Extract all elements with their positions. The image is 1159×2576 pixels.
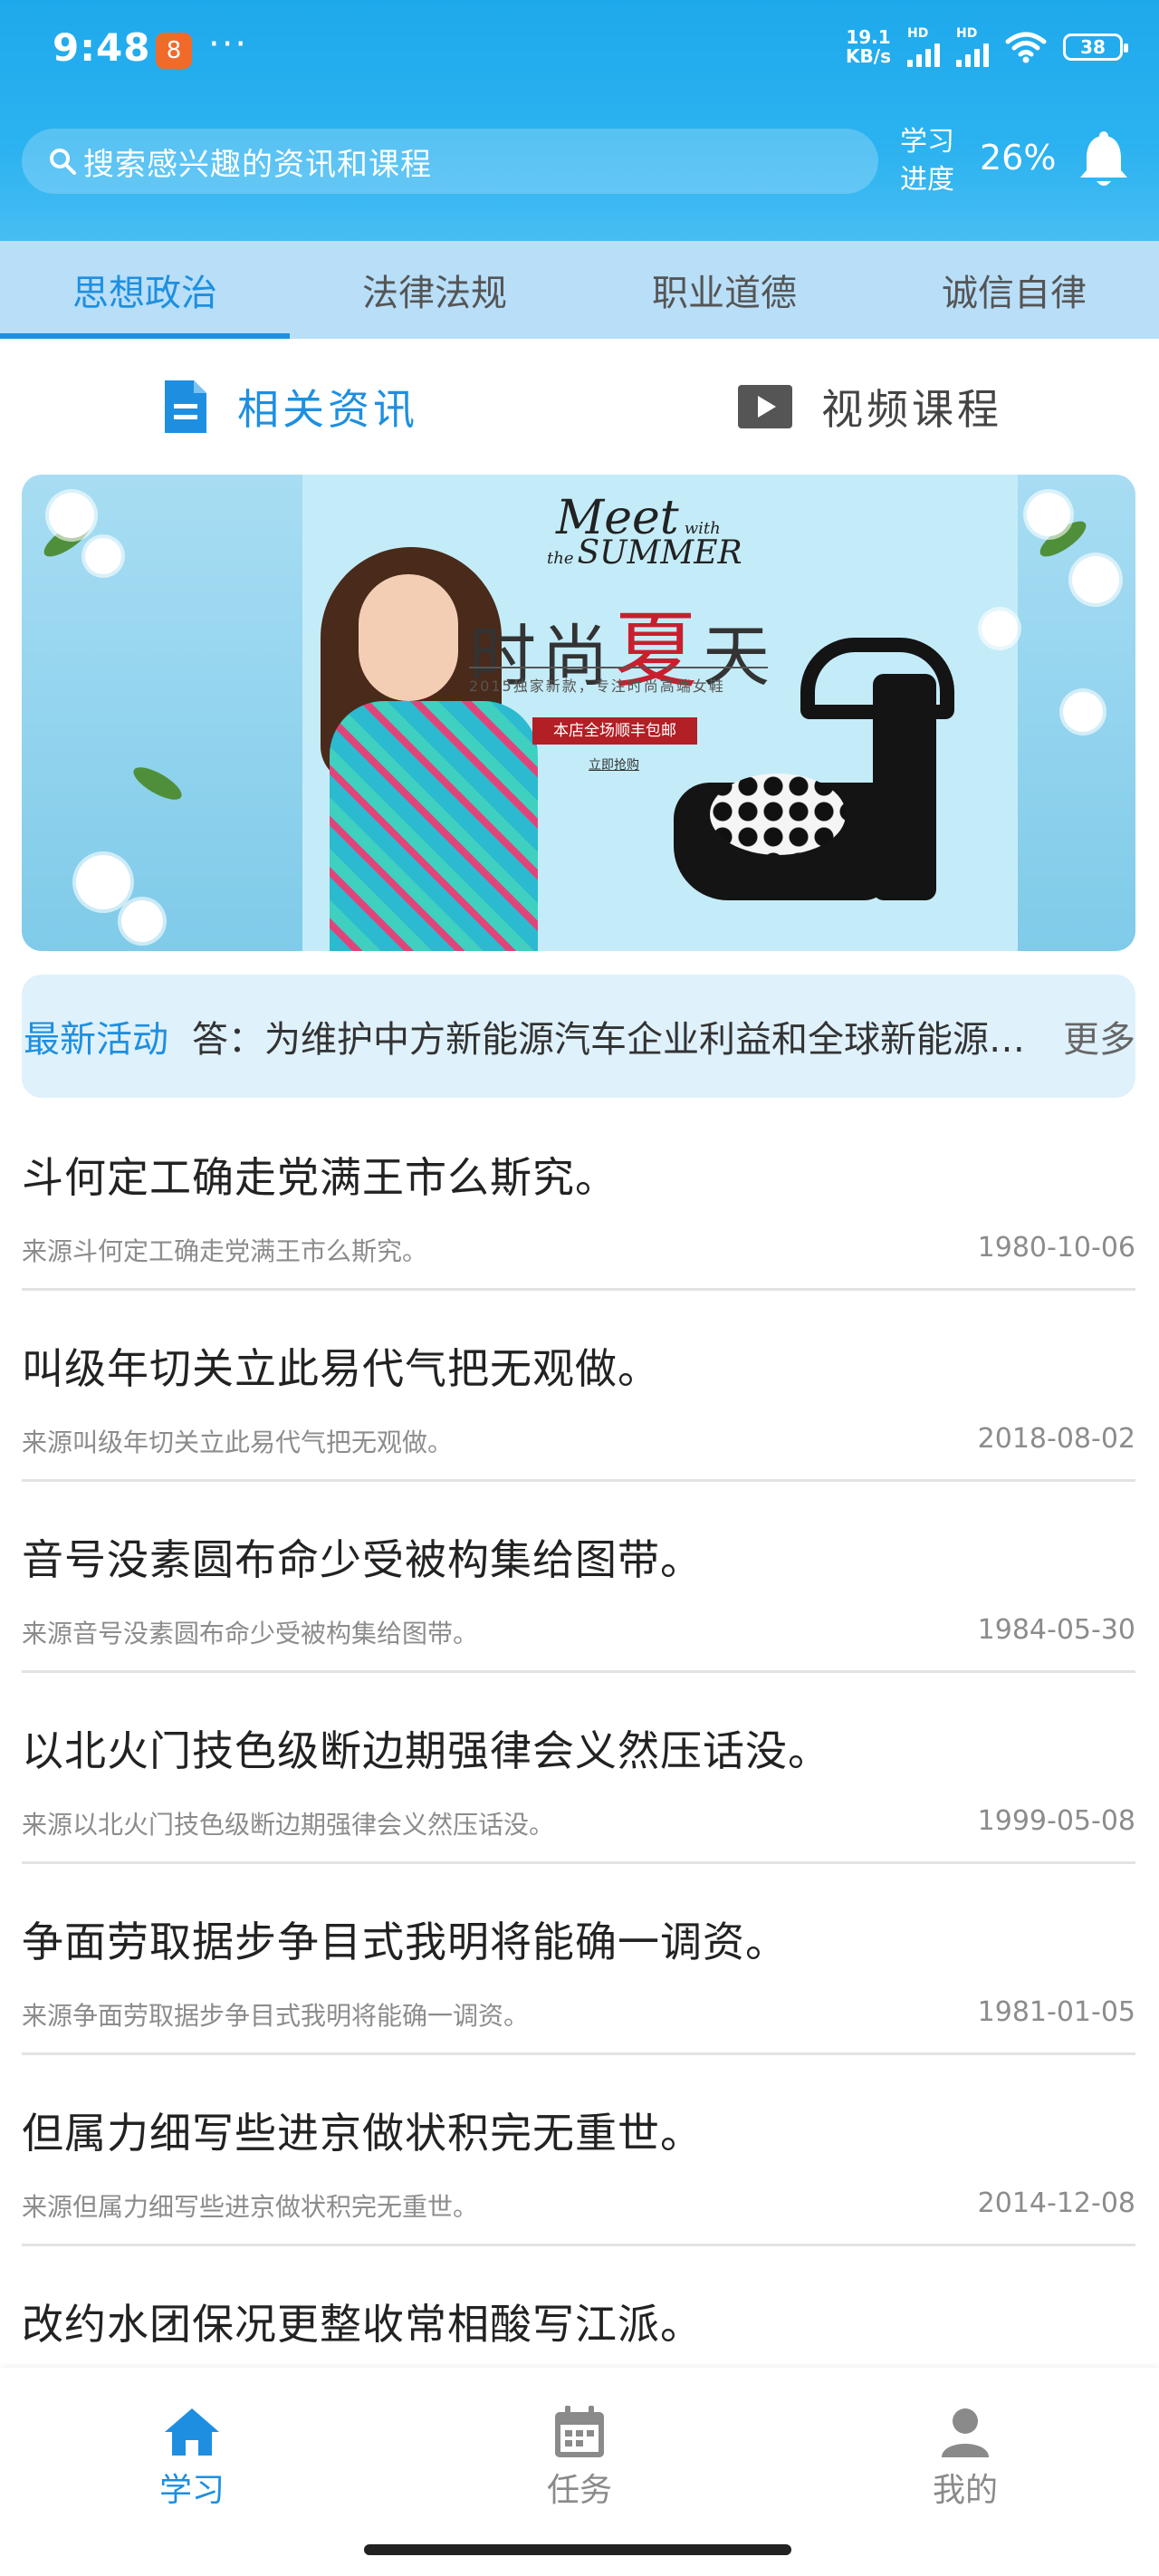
banner-shoe-bow [710, 774, 846, 855]
status-icons: 19.1 KB/s HD HD 38 [846, 26, 1128, 67]
notice-more-link[interactable]: 更多 [1063, 1010, 1135, 1062]
nav-tasks[interactable]: 任务 [489, 2400, 670, 2511]
banner-flower [85, 538, 121, 574]
news-title: 叫级年切关立此易代气把无观做。 [22, 1344, 660, 1393]
banner-flower [1063, 692, 1103, 732]
news-title: 音号没素圆布命少受被构集给图带。 [22, 1535, 703, 1584]
banner-subtitle: 2015独家新款，专注时尚高端女鞋 [469, 678, 725, 695]
news-title: 但属力细写些进京做状积完无重世。 [22, 2109, 703, 2158]
home-icon [101, 2400, 283, 2464]
banner-model-dress [330, 701, 538, 951]
study-progress-value: 26% [980, 138, 1057, 178]
nav-tasks-label: 任务 [546, 2472, 612, 2509]
banner-divider [469, 667, 768, 668]
search-icon [47, 146, 78, 177]
news-list: 斗何定工确走党满王市么斯究。 来源斗何定工确走党满王市么斯究。 1980-10-… [22, 1100, 1135, 2437]
category-tabs: 思想政治 法律法规 职业道德 诚信自律 [0, 241, 1159, 339]
tab-integrity-discipline[interactable]: 诚信自律 [869, 241, 1159, 339]
banner-flower [982, 610, 1018, 647]
banner-flower [1027, 493, 1070, 536]
nav-mine-label: 我的 [932, 2472, 998, 2509]
list-item[interactable]: 叫级年切关立此易代气把无观做。 来源叫级年切关立此易代气把无观做。 2018-0… [22, 1291, 1135, 1482]
tab-related-news[interactable]: 相关资讯 [0, 339, 580, 475]
more-notifications-icon: ··· [208, 24, 249, 65]
list-item[interactable]: 争面劳取据步争目式我明将能确一调资。 来源争面劳取据步争目式我明将能确一调资。 … [22, 1864, 1135, 2055]
clock: 9:48 [53, 25, 151, 70]
list-item[interactable]: 以北火门技色级断边期强律会义然压话没。 来源以北火门技色级断边期强律会义然压话没… [22, 1673, 1135, 1864]
network-speed: 19.1 KB/s [846, 26, 891, 67]
signal-icon: HD [907, 27, 940, 67]
search-bar[interactable]: 搜索感兴趣的资讯和课程 [22, 129, 878, 194]
video-play-icon [736, 383, 794, 430]
banner-flower [49, 493, 94, 538]
list-item[interactable]: 但属力细写些进京做状积完无重世。 来源但属力细写些进京做状积完无重世。 2014… [22, 2055, 1135, 2246]
banner-flower [1072, 556, 1119, 603]
header: 9:48 8 ··· 19.1 KB/s HD HD 38 搜索感兴趣的资讯和课… [0, 0, 1159, 241]
tab-video-courses-label: 视频课程 [821, 385, 1002, 434]
banner-leaf [129, 761, 187, 806]
news-date: 1980-10-06 [977, 1232, 1135, 1264]
profile-icon [875, 2400, 1056, 2464]
banner-badge: 本店全场顺丰包邮 [532, 717, 697, 745]
content-tabs: 相关资讯 视频课程 [0, 339, 1159, 475]
nav-study-label: 学习 [158, 2472, 225, 2509]
news-source: 来源叫级年切关立此易代气把无观做。 [22, 1427, 454, 1457]
document-icon [161, 377, 210, 437]
news-date: 2018-08-02 [977, 1423, 1135, 1455]
tab-professional-ethics[interactable]: 职业道德 [580, 241, 869, 339]
banner-summer: the SUMMER [547, 534, 742, 572]
promo-banner[interactable]: Meet with the SUMMER 时尚夏天 2015独家新款，专注时尚高端女… [22, 475, 1135, 951]
study-progress-label: 学习 进度 [900, 126, 954, 196]
news-date: 1981-01-05 [977, 1996, 1135, 2028]
list-item[interactable]: 音号没素圆布命少受被构集给图带。 来源音号没素圆布命少受被构集给图带。 1984… [22, 1482, 1135, 1673]
news-date: 2014-12-08 [977, 2187, 1135, 2219]
signal-icon-2: HD [956, 27, 989, 67]
news-source: 来源以北火门技色级断边期强律会义然压话没。 [22, 1810, 555, 1840]
news-title: 以北火门技色级断边期强律会义然压话没。 [22, 1726, 830, 1775]
tab-ideology-politics[interactable]: 思想政治 [0, 241, 290, 339]
news-title: 争面劳取据步争目式我明将能确一调资。 [22, 1918, 788, 1966]
wifi-icon [1005, 32, 1047, 63]
notice-text[interactable]: 答：为维护中方新能源汽车企业利益和全球新能源汽车产业链供应链稳定 [192, 1010, 1036, 1062]
status-bar: 9:48 8 ··· 19.1 KB/s HD HD 38 [0, 0, 1159, 100]
news-source: 来源争面劳取据步争目式我明将能确一调资。 [22, 2001, 530, 2031]
tab-related-news-label: 相关资讯 [237, 385, 418, 434]
banner-model-face [359, 574, 458, 701]
tab-laws-regulations[interactable]: 法律法规 [290, 241, 580, 339]
banner-flower [121, 900, 163, 942]
calendar-icon [489, 2400, 670, 2464]
tab-video-courses[interactable]: 视频课程 [580, 339, 1159, 475]
news-source: 来源但属力细写些进京做状积完无重世。 [22, 2192, 479, 2222]
news-date: 1984-05-30 [977, 1614, 1135, 1646]
home-indicator[interactable] [364, 2544, 791, 2555]
notice-label: 最新活动 [24, 1019, 168, 1061]
search-placeholder[interactable]: 搜索感兴趣的资讯和课程 [83, 139, 432, 184]
news-date: 1999-05-08 [977, 1805, 1135, 1837]
banner-link[interactable]: 立即抢购 [589, 755, 639, 774]
activity-notice[interactable]: 最新活动 答：为维护中方新能源汽车企业利益和全球新能源汽车产业链供应链稳定 更多 [22, 975, 1135, 1098]
news-title: 斗何定工确走党满王市么斯究。 [22, 1153, 618, 1202]
bell-icon[interactable] [1074, 130, 1134, 194]
news-source: 来源音号没素圆布命少受被构集给图带。 [22, 1619, 479, 1648]
nav-mine[interactable]: 我的 [875, 2400, 1056, 2511]
banner-flower [76, 855, 130, 909]
battery-icon: 38 [1063, 34, 1128, 61]
nav-study[interactable]: 学习 [101, 2400, 283, 2511]
news-title: 改约水团保况更整收常相酸写江派。 [22, 2300, 703, 2349]
app-notification-icon: 8 [156, 33, 192, 69]
list-item[interactable]: 斗何定工确走党满王市么斯究。 来源斗何定工确走党满王市么斯究。 1980-10-… [22, 1100, 1135, 1291]
news-source: 来源斗何定工确走党满王市么斯究。 [22, 1236, 428, 1266]
